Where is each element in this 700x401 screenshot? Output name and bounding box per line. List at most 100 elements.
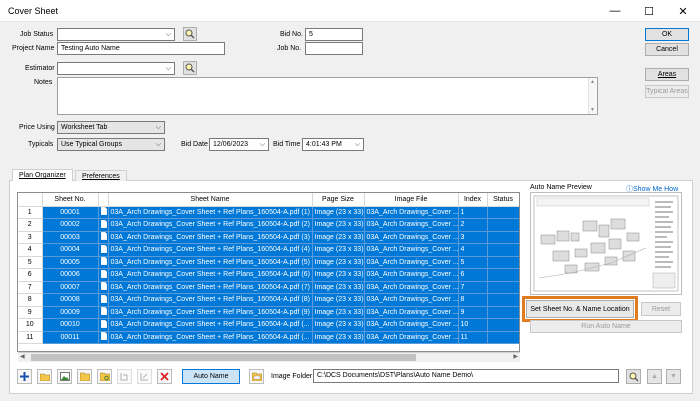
image-folder-field[interactable]: C:\DCS Documents\DST\Plans\Auto Name Dem…	[313, 369, 619, 383]
typical-areas-button[interactable]: Typical Areas	[645, 85, 689, 98]
page-size-cell[interactable]: Image (23 x 33)	[312, 318, 365, 332]
status-cell[interactable]	[487, 331, 519, 344]
maximize-button[interactable]: ☐	[632, 0, 666, 22]
tab-plan-organizer[interactable]: Plan Organizer	[12, 169, 73, 181]
split-icon[interactable]	[117, 369, 132, 384]
status-cell[interactable]	[487, 256, 519, 269]
page-icon-cell[interactable]	[98, 293, 109, 307]
re-cell[interactable]	[519, 256, 520, 269]
sheet-name-cell[interactable]: 03A_Arch Drawings_Cover Sheet + Ref Plan…	[108, 281, 313, 294]
sheet-no-cell[interactable]: 00009	[42, 306, 99, 319]
page-icon-cell[interactable]	[98, 206, 109, 219]
table-row[interactable]: 11 00011 03A_Arch Drawings_Cover Sheet + R…	[18, 331, 520, 344]
job-status-select[interactable]: ⌵	[57, 28, 175, 41]
status-cell[interactable]	[487, 218, 519, 232]
table-row[interactable]: 5 00005 03A_Arch Drawings_Cover Sheet + Re…	[18, 256, 520, 269]
index-cell[interactable]: 11	[458, 331, 488, 344]
column-header-page-size[interactable]: Page Size	[312, 193, 365, 207]
price-using-select[interactable]: Worksheet Tab ⌵	[57, 121, 165, 134]
page-size-cell[interactable]: Image (23 x 33)	[312, 281, 365, 294]
column-header-index[interactable]: Index	[458, 193, 488, 207]
areas-button[interactable]: Areas	[645, 68, 689, 81]
re-cell[interactable]	[519, 281, 520, 294]
scrollbar-thumb[interactable]	[31, 354, 416, 361]
status-cell[interactable]	[487, 206, 519, 219]
status-cell[interactable]	[487, 318, 519, 332]
move-down-button[interactable]: ▼	[666, 369, 681, 384]
re-cell[interactable]	[519, 244, 520, 257]
status-cell[interactable]	[487, 281, 519, 294]
sheet-no-cell[interactable]: 00005	[42, 256, 99, 269]
sheet-name-cell[interactable]: 03A_Arch Drawings_Cover Sheet + Ref Plan…	[108, 206, 313, 219]
delete-icon[interactable]	[157, 369, 172, 384]
column-header-status[interactable]: Status	[487, 193, 519, 207]
sheet-no-cell[interactable]: 00007	[42, 281, 99, 294]
estimator-select[interactable]: ⌵	[57, 62, 175, 75]
bid-no-field[interactable]: 5	[305, 28, 363, 41]
sheet-no-cell[interactable]: 00003	[42, 231, 99, 244]
status-cell[interactable]	[487, 231, 519, 244]
table-row[interactable]: 3 00003 03A_Arch Drawings_Cover Sheet + Re…	[18, 231, 519, 244]
image-file-cell[interactable]: 03A_Arch Drawings_Cover ...	[364, 206, 459, 219]
column-header-re[interactable]: Re	[519, 193, 520, 206]
add-icon[interactable]	[17, 369, 32, 384]
column-header-sheet-no[interactable]: Sheet No.	[42, 193, 99, 207]
page-size-cell[interactable]: Image (23 x 33)	[312, 331, 365, 344]
image-file-cell[interactable]: 03A_Arch Drawings_Cover ...	[364, 243, 459, 257]
page-size-cell[interactable]: Image (23 x 33)	[312, 243, 365, 257]
project-name-field[interactable]: Testing Auto Name	[57, 42, 225, 55]
table-row[interactable]: 7 00007 03A_Arch Drawings_Cover Sheet + Re…	[18, 281, 520, 294]
column-header-image-file[interactable]: Image File	[364, 193, 459, 207]
image-file-cell[interactable]: 03A_Arch Drawings_Cover ...	[364, 306, 459, 319]
sheet-name-cell[interactable]: 03A_Arch Drawings_Cover Sheet + Ref Plan…	[108, 231, 313, 244]
page-size-cell[interactable]: Image (23 x 33)	[312, 293, 365, 307]
page-icon-cell[interactable]	[98, 331, 109, 344]
sheet-grid[interactable]: Sheet No. Sheet Name Page Size Image Fil…	[17, 192, 520, 352]
sheet-no-cell[interactable]: 00004	[42, 243, 99, 257]
page-icon-cell[interactable]	[98, 256, 109, 269]
sheet-name-cell[interactable]: 03A_Arch Drawings_Cover Sheet + Ref Plan…	[108, 256, 313, 269]
re-cell[interactable]	[519, 331, 520, 344]
page-icon-cell[interactable]	[98, 281, 109, 294]
image-file-cell[interactable]: 03A_Arch Drawings_Cover ...	[364, 218, 459, 232]
status-cell[interactable]	[487, 243, 519, 257]
folder-browse-icon[interactable]	[249, 369, 264, 384]
reset-button[interactable]: Reset	[641, 302, 681, 316]
page-size-cell[interactable]: Image (23 x 33)	[312, 231, 365, 244]
sheet-name-cell[interactable]: 03A_Arch Drawings_Cover Sheet + Ref Plan…	[108, 331, 313, 344]
re-cell[interactable]	[519, 306, 520, 319]
table-row[interactable]: 6 00006 03A_Arch Drawings_Cover Sheet + Re…	[18, 268, 519, 282]
ok-button[interactable]: OK	[645, 28, 689, 41]
image-file-cell[interactable]: 03A_Arch Drawings_Cover ...	[364, 293, 459, 307]
page-size-cell[interactable]: Image (23 x 33)	[312, 268, 365, 282]
job-status-search-button[interactable]	[183, 27, 197, 41]
sheet-name-cell[interactable]: 03A_Arch Drawings_Cover Sheet + Ref Plan…	[108, 306, 313, 319]
cancel-button[interactable]: Cancel	[645, 43, 689, 56]
estimator-search-button[interactable]	[183, 61, 197, 75]
row-number[interactable]: 5	[18, 256, 43, 269]
grid-horizontal-scrollbar[interactable]: ◀ ▶	[18, 352, 520, 362]
index-cell[interactable]: 6	[458, 268, 488, 282]
sheet-name-cell[interactable]: 03A_Arch Drawings_Cover Sheet + Ref Plan…	[108, 243, 313, 257]
row-number[interactable]: 4	[18, 243, 43, 257]
image-file-cell[interactable]: 03A_Arch Drawings_Cover ...	[364, 331, 459, 344]
column-header-sheet-name[interactable]: Sheet Name	[108, 193, 313, 207]
image-file-cell[interactable]: 03A_Arch Drawings_Cover ...	[364, 281, 459, 294]
open-folder-icon[interactable]	[37, 369, 52, 384]
row-number[interactable]: 1	[18, 206, 43, 219]
typicals-select[interactable]: Use Typical Groups ⌵	[57, 138, 165, 151]
folder-refresh-icon[interactable]	[97, 369, 112, 384]
re-cell[interactable]	[519, 206, 520, 219]
index-cell[interactable]: 9	[458, 306, 488, 319]
row-number[interactable]: 11	[18, 331, 43, 344]
sheet-no-cell[interactable]: 00002	[42, 218, 99, 232]
row-number[interactable]: 10	[18, 318, 43, 332]
page-size-cell[interactable]: Image (23 x 33)	[312, 218, 365, 232]
status-cell[interactable]	[487, 293, 519, 307]
row-number[interactable]: 9	[18, 306, 43, 319]
image-file-cell[interactable]: 03A_Arch Drawings_Cover ...	[364, 268, 459, 282]
table-row[interactable]: 8 00008 03A_Arch Drawings_Cover Sheet + Re…	[18, 293, 519, 307]
minimize-button[interactable]: —	[598, 0, 632, 22]
table-row[interactable]: 2 00002 03A_Arch Drawings_Cover Sheet + Re…	[18, 218, 519, 232]
image-file-cell[interactable]: 03A_Arch Drawings_Cover ...	[364, 231, 459, 244]
